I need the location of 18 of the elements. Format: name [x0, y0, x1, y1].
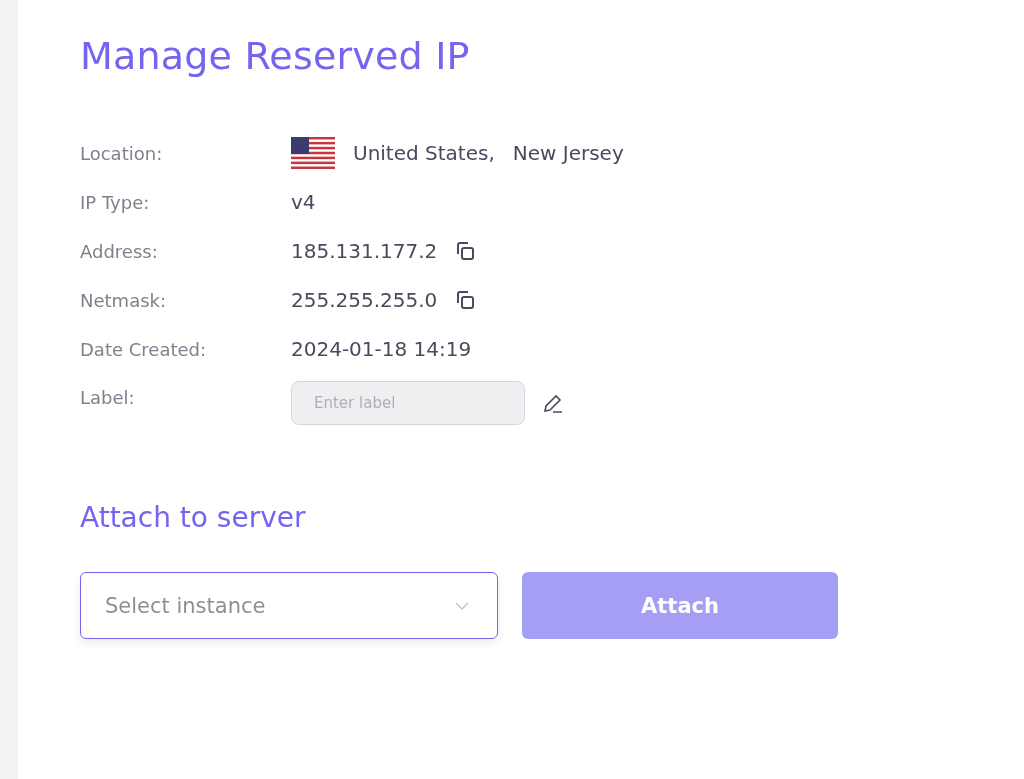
country-text: United States, — [353, 141, 495, 165]
region-text: New Jersey — [512, 141, 624, 165]
chevron-down-icon — [455, 601, 469, 610]
field-label: Netmask: — [80, 289, 168, 311]
field-value: v4 — [291, 190, 316, 214]
flag-icon — [291, 137, 335, 169]
field-value: 2024-01-18 14:19 — [291, 337, 472, 361]
instance-select[interactable]: Select instance — [80, 572, 498, 639]
field-label: Address: — [80, 240, 159, 262]
field-label: IP Type: — [80, 191, 151, 213]
section-heading: Attach to server — [80, 501, 307, 534]
field-label: Location: — [80, 142, 164, 164]
field-value: 185.131.177.2 — [291, 239, 438, 263]
field-label: Date Created: — [80, 338, 208, 360]
field-label: Label: — [80, 386, 136, 408]
label-input-field[interactable]: Enter label — [291, 381, 525, 425]
field-value: 255.255.255.0 — [291, 288, 438, 312]
page-title: Manage Reserved IP — [80, 34, 471, 78]
